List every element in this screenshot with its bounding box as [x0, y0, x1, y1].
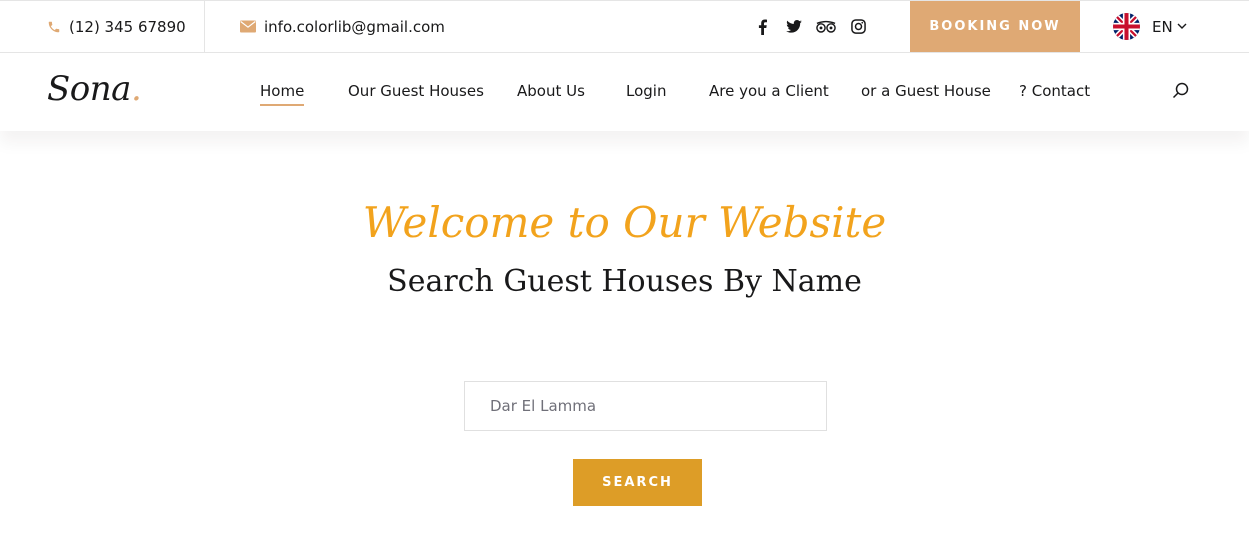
nav-item-our-guest-houses[interactable]: Our Guest Houses — [348, 82, 484, 100]
uk-flag-icon — [1113, 13, 1140, 40]
main-navbar: Sona. Home Our Guest Houses About Us Log… — [0, 53, 1249, 131]
phone-icon — [47, 20, 61, 34]
search-button[interactable]: Search — [573, 459, 702, 506]
social-links — [752, 1, 880, 52]
language-code: EN — [1152, 17, 1173, 36]
facebook-icon[interactable] — [752, 17, 772, 37]
nav-item-contact[interactable]: ? Contact — [1019, 82, 1090, 100]
site-logo[interactable]: Sona. — [47, 69, 142, 109]
booking-now-button[interactable]: Booking Now — [910, 1, 1080, 52]
divider — [204, 1, 205, 52]
phone-number: (12) 345 67890 — [69, 17, 186, 36]
language-selector[interactable]: EN — [1113, 1, 1187, 52]
logo-dot: . — [130, 69, 142, 109]
nav-item-guest-house[interactable]: or a Guest House — [861, 82, 991, 100]
chevron-down-icon — [1177, 23, 1187, 30]
guest-house-search-input[interactable] — [464, 381, 827, 431]
nav-item-about-us[interactable]: About Us — [517, 82, 585, 100]
top-bar: (12) 345 67890 info.colorlib@gmail.com B… — [0, 0, 1249, 53]
email-address: info.colorlib@gmail.com — [264, 17, 445, 36]
nav-item-home[interactable]: Home — [260, 82, 305, 106]
nav-item-client[interactable]: Are you a Client — [709, 82, 829, 100]
tripadvisor-icon[interactable] — [816, 17, 836, 37]
envelope-icon — [240, 20, 256, 33]
email-contact: info.colorlib@gmail.com — [240, 1, 445, 52]
twitter-icon[interactable] — [784, 17, 804, 37]
nav-item-login[interactable]: Login — [626, 82, 666, 100]
search-icon[interactable] — [1171, 81, 1191, 101]
hero-subtitle: Search Guest Houses By Name — [387, 264, 862, 299]
phone-contact: (12) 345 67890 — [47, 1, 186, 52]
instagram-icon[interactable] — [848, 17, 868, 37]
hero-title: Welcome to Our Website — [362, 198, 887, 247]
logo-text: Sona — [47, 69, 131, 109]
